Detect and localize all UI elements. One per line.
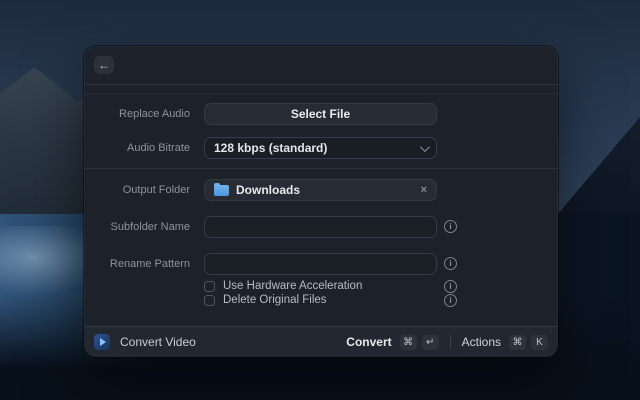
- scroll-edge-divider: [84, 93, 558, 94]
- info-glyph: i: [449, 222, 451, 231]
- subfolder-name-label: Subfolder Name: [84, 221, 190, 233]
- convert-video-app-icon: [94, 334, 110, 350]
- hardware-acceleration-checkbox[interactable]: [204, 281, 215, 292]
- folder-icon: [214, 185, 229, 196]
- convert-video-window: ← Replace Audio Select File Audio Bitrat…: [84, 46, 558, 357]
- app-name: Convert Video: [120, 335, 196, 349]
- select-file-button[interactable]: Select File: [204, 103, 437, 125]
- actions-menu-button[interactable]: Actions: [462, 335, 501, 349]
- header-divider: [84, 84, 558, 85]
- enter-key-icon: ↵: [422, 335, 439, 350]
- section-divider: [84, 168, 558, 169]
- output-folder-value: Downloads: [236, 183, 300, 197]
- cmd-key-icon: ⌘: [400, 335, 417, 350]
- convert-action-button[interactable]: Convert: [346, 335, 391, 349]
- delete-original-row: Delete Original Files: [204, 294, 327, 306]
- info-glyph: i: [449, 282, 451, 291]
- info-glyph: i: [449, 296, 451, 305]
- select-file-button-label: Select File: [291, 107, 350, 121]
- chevron-down-icon: [420, 142, 430, 152]
- k-key-icon: K: [531, 335, 548, 350]
- delete-original-info-icon[interactable]: i: [444, 294, 457, 307]
- output-folder-field[interactable]: Downloads ×: [204, 179, 437, 201]
- audio-bitrate-value: 128 kbps (standard): [214, 141, 327, 155]
- back-button[interactable]: ←: [94, 56, 114, 74]
- output-folder-label: Output Folder: [84, 184, 190, 196]
- replace-audio-label: Replace Audio: [84, 108, 190, 120]
- rename-pattern-input[interactable]: [204, 253, 437, 275]
- hardware-acceleration-row: Use Hardware Acceleration: [204, 280, 362, 292]
- hardware-acceleration-info-icon[interactable]: i: [444, 280, 457, 293]
- rename-pattern-info-icon[interactable]: i: [444, 257, 457, 270]
- audio-bitrate-label: Audio Bitrate: [84, 142, 190, 154]
- subfolder-info-icon[interactable]: i: [444, 220, 457, 233]
- info-glyph: i: [449, 259, 451, 268]
- delete-original-checkbox[interactable]: [204, 295, 215, 306]
- footer-divider: [450, 335, 451, 349]
- clear-folder-icon[interactable]: ×: [421, 185, 427, 196]
- cmd-key-icon: ⌘: [509, 335, 526, 350]
- audio-bitrate-dropdown[interactable]: 128 kbps (standard): [204, 137, 437, 159]
- desktop: ← Replace Audio Select File Audio Bitrat…: [0, 0, 640, 400]
- action-bar: Convert Video Convert ⌘ ↵ Actions ⌘ K: [84, 326, 558, 357]
- back-arrow-icon: ←: [98, 58, 110, 72]
- footer-actions: Convert ⌘ ↵ Actions ⌘ K: [346, 335, 548, 350]
- delete-original-label: Delete Original Files: [223, 294, 327, 306]
- rename-pattern-label: Rename Pattern: [84, 258, 190, 270]
- subfolder-name-input[interactable]: [204, 216, 437, 238]
- hardware-acceleration-label: Use Hardware Acceleration: [223, 280, 362, 292]
- window-header: ←: [84, 46, 558, 84]
